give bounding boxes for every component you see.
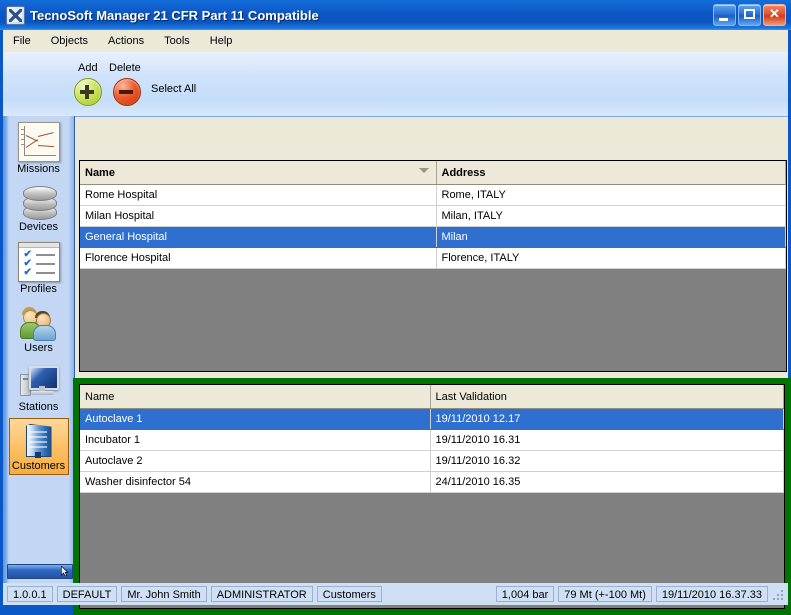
table-header-row: Name Last Validation	[80, 385, 784, 409]
sort-descending-icon	[419, 168, 429, 173]
table-row[interactable]: Rome Hospital Rome, ITALY	[80, 185, 786, 206]
maximize-icon	[744, 9, 755, 19]
sidebar: Missions Devices ✔ ✔ ✔ Profiles	[3, 116, 75, 583]
customers-grid[interactable]: Name Address Rome Hospital Rome, ITALY	[79, 160, 787, 372]
table-row[interactable]: Incubator 1 19/11/2010 16.31	[80, 430, 784, 451]
maximize-button[interactable]	[738, 4, 761, 26]
cell-name: Florence Hospital	[80, 248, 436, 269]
cell-address: Milan	[436, 227, 786, 248]
sidebar-item-missions[interactable]: Missions	[9, 118, 69, 178]
minus-circle-icon	[119, 90, 133, 94]
table-row[interactable]: Washer disinfector 54 24/11/2010 16.35	[80, 472, 784, 493]
column-header-label: Name	[85, 391, 114, 403]
sidebar-item-users[interactable]: Users	[9, 300, 69, 357]
column-header-last-validation[interactable]: Last Validation	[430, 385, 784, 409]
status-bar: 1.0.0.1 DEFAULT Mr. John Smith ADMINISTR…	[3, 583, 788, 605]
database-icon	[20, 186, 58, 220]
status-datetime: 19/11/2010 16.37.33	[656, 586, 768, 602]
status-pressure: 1,004 bar	[496, 586, 554, 602]
cell-address: Florence, ITALY	[436, 248, 786, 269]
add-button[interactable]	[74, 78, 102, 106]
chart-icon	[18, 122, 60, 162]
sidebar-item-label: Customers	[10, 460, 68, 473]
table-row[interactable]: Autoclave 2 19/11/2010 16.32	[80, 451, 784, 472]
users-icon	[19, 305, 59, 341]
mouse-cursor-icon	[61, 566, 69, 576]
window-title: TecnoSoft Manager 21 CFR Part 11 Compati…	[30, 8, 713, 23]
resize-grip-icon[interactable]	[770, 587, 784, 601]
menu-item-help[interactable]: Help	[200, 32, 243, 50]
cell-name: Autoclave 2	[80, 451, 430, 472]
sidebar-item-label: Profiles	[10, 283, 68, 296]
cell-name: Milan Hospital	[80, 206, 436, 227]
minimize-button[interactable]	[713, 4, 736, 26]
app-icon	[6, 6, 25, 25]
cell-name: Rome Hospital	[80, 185, 436, 206]
menu-item-file[interactable]: File	[3, 32, 41, 50]
monitor-icon	[19, 364, 59, 400]
column-header-address[interactable]: Address	[436, 161, 786, 185]
delete-button[interactable]	[113, 78, 141, 106]
close-button[interactable]: ✕	[763, 4, 786, 26]
devices-panel-highlight: Name Last Validation Autoclave 1 19/11/2…	[73, 378, 791, 615]
plus-icon-vertical	[85, 85, 89, 99]
sidebar-item-stations[interactable]: Stations	[9, 359, 69, 416]
column-header-label: Name	[85, 167, 115, 179]
application-window: TecnoSoft Manager 21 CFR Part 11 Compati…	[0, 0, 791, 608]
window-controls: ✕	[713, 4, 786, 26]
add-label: Add	[78, 62, 98, 74]
sidebar-item-devices[interactable]: Devices	[9, 180, 69, 236]
column-header-name[interactable]: Name	[80, 161, 436, 185]
status-altitude: 79 Mt (+-100 Mt)	[558, 586, 652, 602]
sidebar-item-label: Users	[10, 342, 68, 355]
customers-table: Name Address Rome Hospital Rome, ITALY	[80, 161, 786, 269]
menu-item-tools[interactable]: Tools	[154, 32, 200, 50]
title-bar: TecnoSoft Manager 21 CFR Part 11 Compati…	[0, 0, 791, 30]
client-area: File Objects Actions Tools Help Add Dele…	[3, 30, 788, 583]
table-row-selected[interactable]: Autoclave 1 19/11/2010 12.17	[80, 409, 784, 430]
table-row[interactable]: Milan Hospital Milan, ITALY	[80, 206, 786, 227]
cell-last-validation: 19/11/2010 16.32	[430, 451, 784, 472]
status-role: ADMINISTRATOR	[211, 586, 313, 602]
sidebar-item-profiles[interactable]: ✔ ✔ ✔ Profiles	[9, 238, 69, 298]
building-icon	[19, 423, 59, 459]
devices-grid[interactable]: Name Last Validation Autoclave 1 19/11/2…	[79, 384, 785, 609]
table-header-row: Name Address	[80, 161, 786, 185]
column-header-label: Address	[442, 167, 486, 179]
sidebar-item-label: Missions	[10, 163, 68, 176]
status-database: DEFAULT	[57, 586, 118, 602]
devices-table: Name Last Validation Autoclave 1 19/11/2…	[80, 385, 784, 493]
cell-address: Milan, ITALY	[436, 206, 786, 227]
cell-last-validation: 19/11/2010 16.31	[430, 430, 784, 451]
status-user: Mr. John Smith	[121, 586, 206, 602]
status-section: Customers	[317, 586, 382, 602]
menu-item-objects[interactable]: Objects	[41, 32, 98, 50]
cell-last-validation: 19/11/2010 12.17	[430, 409, 784, 430]
status-version: 1.0.0.1	[7, 586, 53, 602]
menu-item-actions[interactable]: Actions	[98, 32, 154, 50]
sidebar-item-label: Stations	[10, 401, 68, 414]
column-header-label: Last Validation	[436, 391, 507, 403]
cell-name: Incubator 1	[80, 430, 430, 451]
delete-label: Delete	[109, 62, 141, 74]
sidebar-horizontal-scrollbar[interactable]	[7, 564, 73, 579]
column-header-name[interactable]: Name	[80, 385, 430, 409]
cell-name: Washer disinfector 54	[80, 472, 430, 493]
cell-last-validation: 24/11/2010 16.35	[430, 472, 784, 493]
sidebar-item-label: Devices	[10, 221, 68, 234]
checklist-icon: ✔ ✔ ✔	[18, 242, 60, 282]
close-icon: ✕	[764, 5, 785, 25]
menu-bar: File Objects Actions Tools Help	[3, 30, 788, 53]
table-row[interactable]: Florence Hospital Florence, ITALY	[80, 248, 786, 269]
sidebar-item-customers[interactable]: Customers	[9, 418, 69, 475]
table-row-selected[interactable]: General Hospital Milan	[80, 227, 786, 248]
select-all-label[interactable]: Select All	[151, 83, 196, 95]
toolbar: Add Delete Select All	[3, 52, 788, 117]
cell-name: Autoclave 1	[80, 409, 430, 430]
cell-address: Rome, ITALY	[436, 185, 786, 206]
minimize-icon	[719, 18, 728, 21]
cell-name: General Hospital	[80, 227, 436, 248]
